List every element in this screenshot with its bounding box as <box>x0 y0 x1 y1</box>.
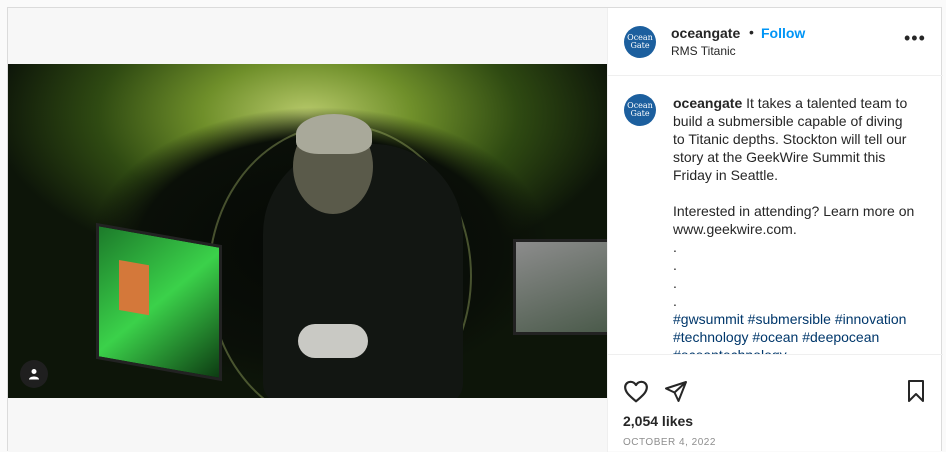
game-controller <box>298 324 368 358</box>
share-icon[interactable] <box>664 379 688 403</box>
post-header: Ocean Gate oceangate • Follow RMS Titanic… <box>608 8 943 76</box>
avatar[interactable]: Ocean Gate <box>624 26 656 58</box>
location-link[interactable]: RMS Titanic <box>671 44 736 58</box>
post-photo[interactable] <box>8 64 607 398</box>
bookmark-icon[interactable] <box>905 379 927 403</box>
post-date[interactable]: OCTOBER 4, 2022 <box>623 437 716 448</box>
person-hair <box>296 114 372 154</box>
caption-area: Ocean Gate oceangate It takes a talented … <box>608 76 943 354</box>
follow-button[interactable]: Follow <box>761 25 805 41</box>
heart-icon[interactable] <box>623 379 649 403</box>
separator-dot: • <box>749 24 754 40</box>
caption-hashtags[interactable]: #gwsummit #submersible #innovation #tech… <box>673 311 910 354</box>
user-tag-icon[interactable] <box>20 360 48 388</box>
post-actions: 2,054 likes OCTOBER 4, 2022 <box>608 354 943 452</box>
caption: oceangate It takes a talented team to bu… <box>673 94 918 354</box>
right-monitor <box>513 239 607 335</box>
caption-username[interactable]: oceangate <box>673 95 742 111</box>
caption-avatar[interactable]: Ocean Gate <box>624 94 656 126</box>
post-media <box>8 8 607 452</box>
caption-text: It takes a talented team to build a subm… <box>673 95 915 309</box>
left-monitor <box>96 222 222 382</box>
instagram-post: Ocean Gate oceangate • Follow RMS Titanic… <box>7 7 943 452</box>
likes-count[interactable]: 2,054 likes <box>623 413 693 429</box>
more-options-icon[interactable]: ••• <box>904 28 926 49</box>
post-sidebar: Ocean Gate oceangate • Follow RMS Titanic… <box>607 8 943 452</box>
username-link[interactable]: oceangate <box>671 25 740 41</box>
